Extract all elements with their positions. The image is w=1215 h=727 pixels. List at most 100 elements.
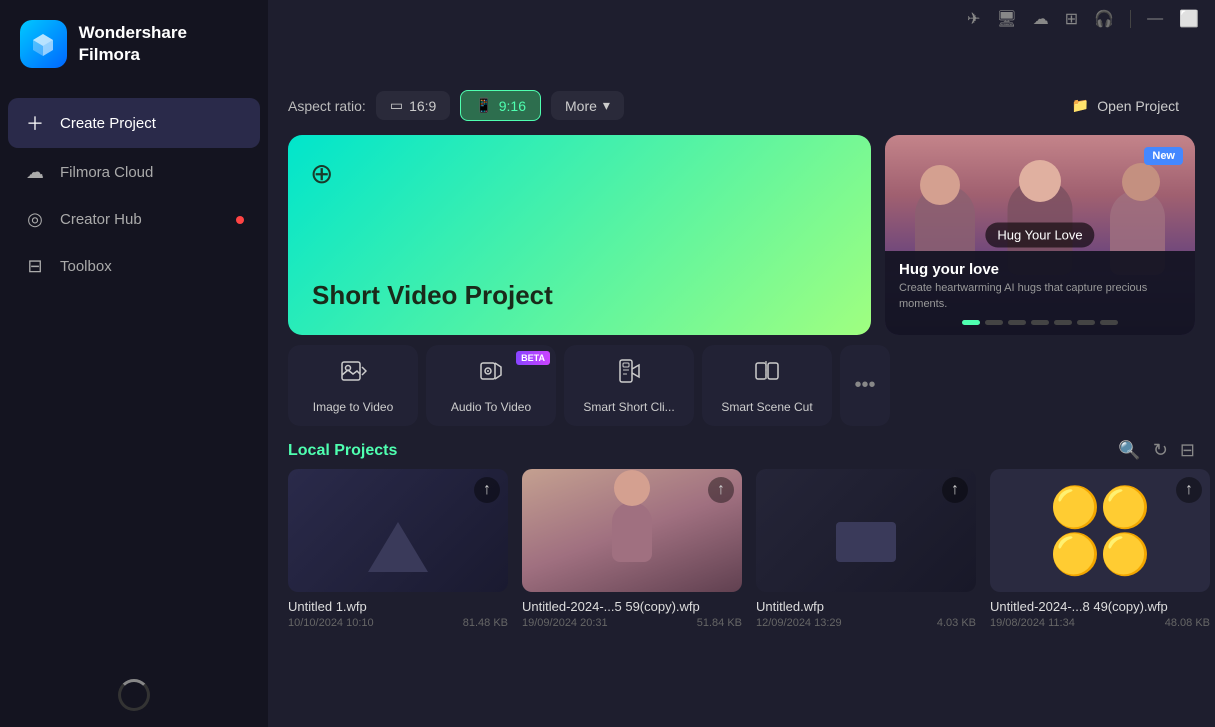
project-card-4[interactable]: 🟡🟡🟡🟡 ↑ Untitled-2024-...8 49(copy).wfp 1… — [990, 469, 1210, 629]
project-card-2[interactable]: ↑ Untitled-2024-...5 59(copy).wfp 19/09/… — [522, 469, 742, 629]
aspect-16-9-button[interactable]: ▭ 16:9 — [376, 91, 450, 120]
thumb-shape-3 — [836, 522, 896, 562]
sidebar-item-label-create: Create Project — [60, 115, 156, 132]
aspect-9-16-label: 9:16 — [499, 98, 526, 114]
logo-area: Wondershare Filmora — [0, 0, 268, 88]
creator-hub-icon: ◎ — [24, 209, 46, 230]
image-to-video-label: Image to Video — [313, 400, 394, 414]
aspect-16-9-label: 16:9 — [409, 98, 436, 114]
dot-6[interactable] — [1077, 320, 1095, 325]
main-content: ✈ 🖥 ☁ ⊞ 🎧 — ⬜ Aspect ratio: ▭ 16:9 📱 9:1… — [268, 0, 1215, 727]
refresh-icon[interactable]: ↻ — [1153, 440, 1168, 461]
thumb-shape-1 — [368, 522, 428, 572]
smart-scene-cut-button[interactable]: Smart Scene Cut — [702, 345, 832, 426]
smart-short-clip-icon — [615, 357, 643, 392]
loading-spinner — [118, 679, 150, 711]
smart-scene-cut-label: Smart Scene Cut — [721, 400, 812, 414]
carousel-dots — [899, 320, 1181, 325]
project-date-1: 10/10/2024 10:10 — [288, 617, 374, 629]
dot-2[interactable] — [985, 320, 1003, 325]
minimize-icon[interactable]: — — [1147, 10, 1163, 28]
screen-icon[interactable]: 🖥 — [996, 9, 1016, 29]
project-date-4: 19/08/2024 11:34 — [990, 617, 1075, 629]
headphones-icon[interactable]: 🎧 — [1094, 9, 1114, 29]
project-thumb-1: ↑ — [288, 469, 508, 592]
sidebar: Wondershare Filmora ＋ Create Project ☁ F… — [0, 0, 268, 727]
topbar-divider — [1130, 10, 1131, 28]
upload-icon-3[interactable]: ↑ — [942, 477, 968, 503]
audio-to-video-button[interactable]: BETA Audio To Video — [426, 345, 556, 426]
cloud-upload-icon[interactable]: ☁ — [1033, 9, 1049, 29]
more-tools-button[interactable]: ••• — [840, 345, 890, 426]
screen-16-9-icon: ▭ — [390, 97, 403, 114]
sidebar-item-toolbox[interactable]: ⊟ Toolbox — [8, 244, 260, 289]
project-thumb-3: ↑ — [756, 469, 976, 592]
grid-view-icon[interactable]: ⊟ — [1180, 440, 1195, 461]
project-card-1[interactable]: ↑ Untitled 1.wfp 10/10/2024 10:10 81.48 … — [288, 469, 508, 629]
sidebar-nav: ＋ Create Project ☁ Filmora Cloud ◎ Creat… — [0, 98, 268, 289]
project-name-4: Untitled-2024-...8 49(copy).wfp — [990, 599, 1210, 614]
new-badge: New — [1144, 147, 1183, 165]
dot-7[interactable] — [1100, 320, 1118, 325]
dot-3[interactable] — [1008, 320, 1026, 325]
sidebar-bottom — [0, 663, 268, 727]
grid-icon[interactable]: ⊞ — [1065, 9, 1078, 29]
sidebar-item-label-toolbox: Toolbox — [60, 258, 112, 275]
upload-icon-2[interactable]: ↑ — [708, 477, 734, 503]
aspect-ratio-bar: Aspect ratio: ▭ 16:9 📱 9:16 More ▾ 📁 Ope… — [268, 76, 1215, 135]
local-projects-header: Local Projects 🔍 ↻ ⊟ — [268, 426, 1215, 469]
tools-row: Image to Video BETA Audio To Video — [268, 335, 1215, 426]
search-icon[interactable]: 🔍 — [1118, 440, 1140, 461]
notification-dot — [236, 216, 244, 224]
project-size-3: 4.03 KB — [937, 617, 976, 629]
project-name-3: Untitled.wfp — [756, 599, 976, 614]
more-tools-icon: ••• — [854, 374, 875, 397]
dot-5[interactable] — [1054, 320, 1072, 325]
toolbox-icon: ⊟ — [24, 256, 46, 277]
short-video-card[interactable]: ⊕ Short Video Project — [288, 135, 871, 335]
smart-short-clip-button[interactable]: Smart Short Cli... — [564, 345, 694, 426]
sidebar-item-label-cloud: Filmora Cloud — [60, 164, 153, 181]
local-projects-actions: 🔍 ↻ ⊟ — [1118, 440, 1195, 461]
project-card-3[interactable]: ↑ Untitled.wfp 12/09/2024 13:29 4.03 KB — [756, 469, 976, 629]
local-projects-title: Local Projects — [288, 442, 397, 460]
hug-love-card[interactable]: New Hug Your Love Hug your love Create h… — [885, 135, 1195, 335]
dot-4[interactable] — [1031, 320, 1049, 325]
hug-card-desc: Create heartwarming AI hugs that capture… — [899, 281, 1181, 312]
projects-grid: ↑ Untitled 1.wfp 10/10/2024 10:10 81.48 … — [268, 469, 1215, 629]
project-size-4: 48.08 KB — [1165, 617, 1210, 629]
project-name-1: Untitled 1.wfp — [288, 599, 508, 614]
dot-1[interactable] — [962, 320, 980, 325]
chevron-down-icon: ▾ — [603, 97, 610, 114]
maximize-icon[interactable]: ⬜ — [1179, 9, 1199, 29]
project-date-2: 19/09/2024 20:31 — [522, 617, 608, 629]
more-aspect-button[interactable]: More ▾ — [551, 91, 624, 120]
folder-icon: 📁 — [1072, 97, 1089, 114]
upload-icon-4[interactable]: ↑ — [1176, 477, 1202, 503]
app-logo-icon — [20, 20, 67, 68]
project-thumb-2: ↑ — [522, 469, 742, 592]
hug-card-title: Hug your love — [899, 261, 1181, 278]
aspect-9-16-button[interactable]: 📱 9:16 — [460, 90, 541, 121]
emoji-display: 🟡🟡🟡🟡 — [1050, 484, 1150, 578]
beta-badge: BETA — [516, 351, 550, 365]
cloud-icon: ☁ — [24, 162, 46, 183]
project-size-1: 81.48 KB — [463, 617, 508, 629]
hug-card-info: Hug your love Create heartwarming AI hug… — [885, 251, 1195, 335]
project-meta-2: 19/09/2024 20:31 51.84 KB — [522, 617, 742, 629]
project-thumb-4: 🟡🟡🟡🟡 ↑ — [990, 469, 1210, 592]
open-project-button[interactable]: 📁 Open Project — [1056, 91, 1195, 120]
app-name: Wondershare Filmora — [79, 22, 248, 66]
smart-short-clip-label: Smart Short Cli... — [583, 400, 674, 414]
upload-icon-1[interactable]: ↑ — [474, 477, 500, 503]
send-icon[interactable]: ✈ — [967, 9, 980, 29]
sidebar-item-create-project[interactable]: ＋ Create Project — [8, 98, 260, 148]
plus-icon: ⊕ — [310, 157, 333, 190]
sidebar-item-filmora-cloud[interactable]: ☁ Filmora Cloud — [8, 150, 260, 195]
sidebar-item-label-hub: Creator Hub — [60, 211, 142, 228]
image-to-video-icon — [339, 357, 367, 392]
sidebar-item-creator-hub[interactable]: ◎ Creator Hub — [8, 197, 260, 242]
image-to-video-button[interactable]: Image to Video — [288, 345, 418, 426]
project-date-3: 12/09/2024 13:29 — [756, 617, 842, 629]
more-label: More — [565, 98, 597, 114]
